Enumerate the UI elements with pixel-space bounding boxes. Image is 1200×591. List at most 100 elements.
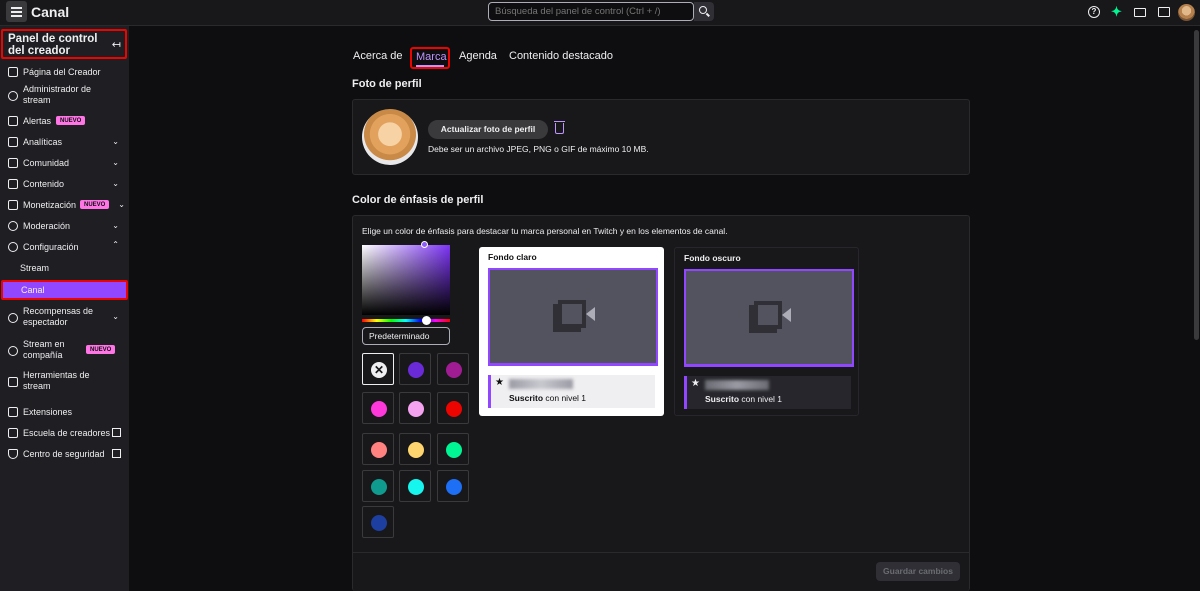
sidebar-item-stream-tools[interactable]: Herramientas de stream [0,369,129,395]
sidebar-item-moderation[interactable]: Moderación ⌄ [0,216,129,236]
search-input[interactable] [488,2,694,21]
chevron-up-icon: ⌃ [112,240,119,249]
profile-photo-panel: Actualizar foto de perfil Debe ser un ar… [352,99,970,175]
hue-slider[interactable] [362,319,450,322]
video-placeholder [488,268,658,366]
sidebar-item-label: Canal [21,285,45,295]
swatch-color[interactable] [399,433,431,465]
sidebar-item-label: Stream en compañía [23,339,65,360]
swatch-color[interactable] [399,392,431,424]
tab-brand[interactable]: Marca [410,47,450,69]
sidebar-item-label: Extensiones [23,407,73,417]
star-icon: ★ [691,378,700,389]
photo-hint: Debe ser un archivo JPEG, PNG o GIF de m… [428,144,649,154]
whispers-icon[interactable] [1158,7,1170,17]
swatch-color[interactable] [399,470,431,502]
sidebar-subitem-stream[interactable]: Stream [20,263,49,273]
preview-title: Fondo oscuro [684,253,741,263]
sidebar-item-content[interactable]: Contenido ⌄ [0,174,129,194]
sidebar-item-viewer-rewards[interactable]: Recompensas de espectador ⌄ [0,305,129,331]
video-camera-icon [749,301,791,333]
sidebar-item-guest-star[interactable]: Stream en compañía NUEVO [0,338,129,364]
sidebar-item-label: Administrador de stream [23,84,92,105]
sidebar: Panel de control del creador ↤ Página de… [0,26,129,591]
accent-description: Elige un color de énfasis para destacar … [362,226,728,236]
new-badge: NUEVO [86,345,116,354]
sidebar-subitem-channel[interactable]: Canal [1,280,128,300]
collapse-icon[interactable]: ↤ [112,38,121,51]
sidebar-item-creator-camp[interactable]: Escuela de creadores [0,423,129,443]
add-person-icon [8,346,18,356]
tab-schedule[interactable]: Agenda [459,50,497,62]
scrollbar[interactable] [1194,30,1199,340]
swatch-color[interactable] [437,353,469,385]
puzzle-icon [8,407,18,417]
home-icon [8,67,18,77]
avatar[interactable] [1178,4,1195,21]
profile-avatar [362,109,418,165]
sidebar-item-analytics[interactable]: Analíticas ⌄ [0,132,129,152]
broadcast-icon [8,91,18,101]
close-icon: ✕ [371,362,387,378]
tab-featured-content[interactable]: Contenido destacado [509,50,613,62]
sidebar-item-creator-page[interactable]: Página del Creador [0,62,129,82]
update-photo-button[interactable]: Actualizar foto de perfil [428,120,548,139]
sidebar-item-stream-manager[interactable]: Administrador de stream [0,83,129,109]
sidebar-header: Panel de control del creador ↤ [1,29,127,59]
swatch-color[interactable] [437,433,469,465]
sidebar-item-label: Herramientas de stream [23,370,90,391]
menu-icon[interactable] [6,1,27,22]
sidebar-item-label: Comunidad [23,158,70,168]
external-link-icon [112,428,121,437]
light-background-preview: Fondo claro ★ Suscrito con nivel 1 [479,247,664,416]
swatch-color[interactable] [362,506,394,538]
top-bar: Canal ? ✦ [0,0,1200,26]
gear-icon [8,242,18,252]
monetization-icon [8,200,18,210]
swatch-color[interactable] [362,470,394,502]
sidebar-item-settings[interactable]: Configuración ⌃ [0,237,129,257]
search-button[interactable] [694,2,714,21]
blurred-username [509,379,573,389]
chevron-down-icon: ⌄ [112,221,119,230]
swatch-color[interactable] [362,392,394,424]
sidebar-item-label: Centro de seguridad [23,449,105,459]
sidebar-item-safety-center[interactable]: Centro de seguridad [0,444,129,464]
sidebar-item-label: Monetización [23,200,77,210]
profile-photo-title: Foto de perfil [352,78,422,90]
chevron-down-icon: ⌄ [112,137,119,146]
accent-color-title: Color de énfasis de perfil [352,194,484,206]
chevron-down-icon: ⌄ [112,312,119,321]
rewards-icon [8,313,18,323]
shield-icon [8,449,18,459]
sidebar-item-monetization[interactable]: Monetización NUEVO ⌄ [0,195,129,215]
swatch-none[interactable]: ✕ [362,353,394,385]
inbox-icon[interactable] [1134,8,1146,17]
swatch-color[interactable] [437,470,469,502]
color-picker[interactable] [362,245,450,315]
sidebar-title: Panel de control del creador [8,33,98,57]
star-icon: ★ [495,377,504,388]
hue-slider-handle[interactable] [422,316,431,325]
swatch-color[interactable] [437,392,469,424]
tab-about[interactable]: Acerca de [353,50,403,62]
swatch-color[interactable] [362,433,394,465]
sidebar-item-extensions[interactable]: Extensiones [0,402,129,422]
color-picker-handle[interactable] [421,241,428,248]
sidebar-item-label: Moderación [23,221,71,231]
accent-color-panel: Elige un color de énfasis para destacar … [352,215,970,591]
content-icon [8,179,18,189]
trash-icon[interactable] [554,121,565,134]
help-icon[interactable]: ? [1088,6,1100,18]
preview-title: Fondo claro [488,252,537,262]
swatch-color[interactable] [399,353,431,385]
external-link-icon [112,449,121,458]
subscription-card: ★ Suscrito con nivel 1 [488,375,655,408]
save-changes-button[interactable]: Guardar cambios [876,562,960,581]
sidebar-item-community[interactable]: Comunidad ⌄ [0,153,129,173]
analytics-icon [8,137,18,147]
sparkle-icon[interactable]: ✦ [1111,4,1123,19]
sidebar-item-alerts[interactable]: Alertas NUEVO [0,111,129,131]
default-color-field[interactable]: Predeterminado [362,327,450,345]
video-placeholder [684,269,854,367]
